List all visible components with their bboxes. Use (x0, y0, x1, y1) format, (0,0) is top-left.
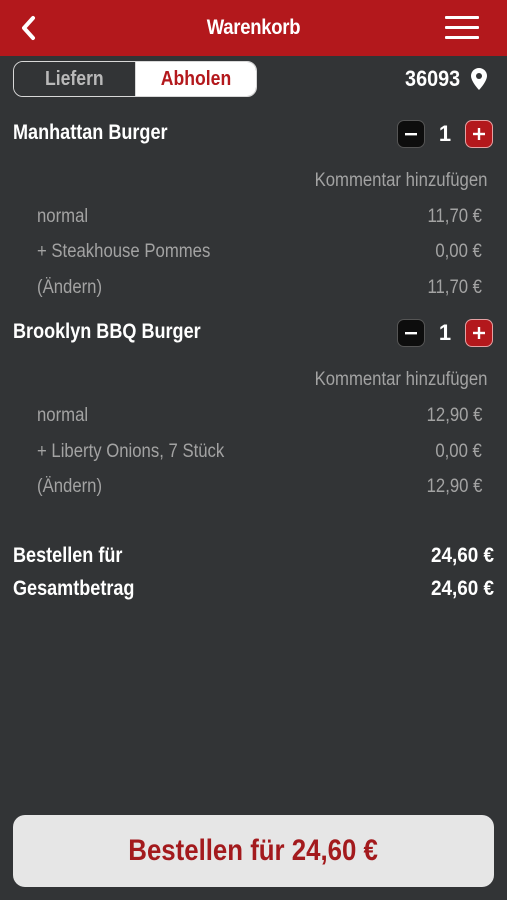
quantity-stepper: 1 (397, 319, 493, 347)
pickup-option-label: Abholen (160, 67, 231, 90)
plus-icon (473, 327, 485, 339)
deliver-option[interactable]: Liefern (14, 62, 136, 96)
add-comment-link[interactable]: Kommentar hinzufügen (314, 369, 487, 391)
order-for-label: Bestellen für (13, 544, 123, 567)
place-order-button[interactable]: Bestellen für 24,60 € (13, 815, 494, 887)
hamburger-menu-icon (445, 16, 479, 19)
minus-icon (405, 133, 417, 136)
item-option-price: 0,00 € (435, 441, 482, 462)
decrease-quantity-button[interactable] (397, 120, 425, 148)
order-for-value: 24,60 € (430, 544, 494, 567)
change-item-link[interactable]: (Ändern) (37, 476, 102, 498)
item-option-label: + Steakhouse Pommes (37, 241, 211, 262)
quantity-value: 1 (438, 121, 452, 146)
total-label: Gesamtbetrag (13, 577, 135, 600)
map-pin-icon (471, 68, 487, 90)
decrease-quantity-button[interactable] (397, 319, 425, 347)
deliver-option-label: Liefern (44, 67, 104, 90)
page-title: Warenkorb (206, 16, 301, 39)
quantity-stepper: 1 (397, 120, 493, 148)
change-item-link[interactable]: (Ändern) (37, 277, 102, 299)
minus-icon (405, 332, 417, 335)
location-zip[interactable]: 36093 (402, 66, 487, 92)
item-option-price: 12,90 € (426, 405, 482, 426)
item-option-label: normal (37, 405, 89, 426)
quantity-value: 1 (438, 320, 452, 345)
total-value: 24,60 € (430, 577, 494, 600)
hamburger-menu-icon-bar (445, 26, 479, 29)
item-subtotal: 12,90 € (426, 476, 482, 497)
item-option-label: normal (37, 206, 89, 227)
menu-button[interactable] (445, 16, 481, 40)
item-subtotal: 11,70 € (427, 277, 482, 298)
pickup-option[interactable]: Abholen (135, 62, 256, 96)
item-option-price: 0,00 € (435, 241, 482, 262)
cart-item-name: Manhattan Burger (13, 121, 168, 144)
item-option-label: + Liberty Onions, 7 Stück (37, 441, 225, 462)
hamburger-menu-icon-bar (445, 36, 479, 39)
increase-quantity-button[interactable] (465, 319, 493, 347)
zip-code: 36093 (404, 66, 460, 91)
increase-quantity-button[interactable] (465, 120, 493, 148)
add-comment-link[interactable]: Kommentar hinzufügen (314, 170, 487, 192)
plus-icon (473, 128, 485, 140)
place-order-button-label: Bestellen für 24,60 € (128, 834, 379, 867)
item-option-price: 11,70 € (427, 206, 482, 227)
cart-item-name: Brooklyn BBQ Burger (13, 320, 201, 343)
delivery-mode-toggle: Liefern Abholen (13, 61, 257, 97)
app-header: Warenkorb (0, 0, 507, 56)
